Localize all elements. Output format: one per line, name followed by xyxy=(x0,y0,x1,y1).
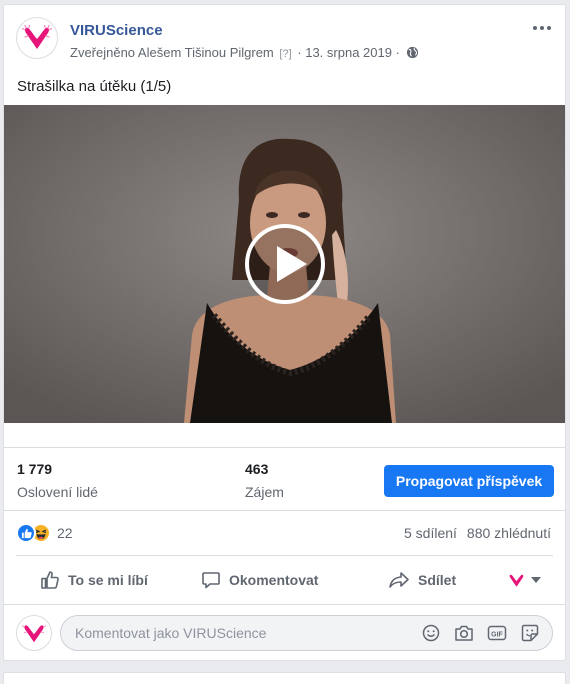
page-name[interactable]: VIRUScience xyxy=(70,22,163,39)
reaction-count: 22 xyxy=(57,525,73,541)
comment-box: GIF xyxy=(60,615,553,651)
reach-label: Oslovení lidé xyxy=(17,484,98,500)
post-card: VIRUScience Zveřejněno Alešem Tišinou Pi… xyxy=(3,4,566,661)
engagement-value: 463 xyxy=(245,461,269,477)
share-button[interactable]: Sdílet xyxy=(388,560,456,600)
shares-count[interactable]: 5 sdílení xyxy=(404,525,457,541)
virus-logo-icon xyxy=(22,25,52,49)
reactions-summary[interactable]: 22 xyxy=(16,522,73,544)
sticker-icon[interactable] xyxy=(520,623,540,643)
action-bar: To se mi líbí Okomentovat Sdílet xyxy=(16,560,553,600)
post-date[interactable]: 13. srpna 2019 xyxy=(305,45,392,60)
virus-logo-icon xyxy=(509,574,524,587)
play-icon[interactable] xyxy=(245,224,325,304)
engagement-label: Zájem xyxy=(245,484,284,500)
camera-icon[interactable] xyxy=(454,623,474,643)
comment-button[interactable]: Okomentovat xyxy=(201,560,318,600)
promote-button[interactable]: Propagovat příspěvek xyxy=(384,465,554,497)
like-reaction-icon xyxy=(16,523,36,543)
like-button[interactable]: To se mi líbí xyxy=(40,560,148,600)
chevron-down-icon xyxy=(531,577,541,583)
svg-text:GIF: GIF xyxy=(491,631,503,638)
comment-icon xyxy=(202,572,220,589)
globe-icon[interactable] xyxy=(406,46,419,59)
comment-label: Okomentovat xyxy=(229,572,319,588)
video-player[interactable] xyxy=(4,105,565,423)
reach-value: 1 779 xyxy=(17,461,53,477)
more-options-icon[interactable] xyxy=(533,23,553,33)
post-meta: Zveřejněno Alešem Tišinou Pilgrem [?] · … xyxy=(70,45,419,60)
gif-icon[interactable]: GIF xyxy=(487,623,507,643)
composer-avatar[interactable] xyxy=(16,615,52,651)
comment-input[interactable] xyxy=(75,616,415,650)
page-avatar[interactable] xyxy=(16,17,58,59)
thumbs-up-icon xyxy=(41,571,59,589)
post-text: Strašilka na útěku (1/5) xyxy=(17,78,172,95)
emoji-icon[interactable] xyxy=(421,623,441,643)
page-selector[interactable] xyxy=(508,560,541,600)
post-header: VIRUScience Zveřejněno Alešem Tišinou Pi… xyxy=(16,17,553,65)
help-link[interactable]: [?] xyxy=(279,48,291,60)
like-label: To se mi líbí xyxy=(68,572,148,588)
virus-logo-icon xyxy=(22,624,46,642)
composer-tools: GIF xyxy=(421,623,540,643)
published-by[interactable]: Zveřejněno Alešem Tišinou Pilgrem xyxy=(70,45,274,60)
share-icon xyxy=(389,572,409,588)
views-count[interactable]: 880 zhlédnutí xyxy=(467,525,551,541)
engagement-stats: 5 sdílení 880 zhlédnutí xyxy=(404,525,551,541)
next-post-card xyxy=(3,672,566,684)
share-label: Sdílet xyxy=(418,572,457,588)
